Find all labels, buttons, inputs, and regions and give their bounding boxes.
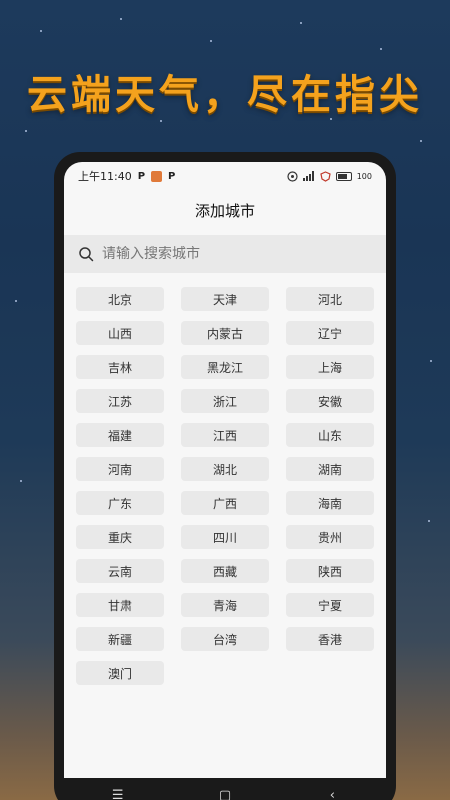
city-chip[interactable]: 河北 (286, 287, 374, 311)
city-chip[interactable]: 黑龙江 (181, 355, 269, 379)
city-chip[interactable]: 贵州 (286, 525, 374, 549)
city-chip[interactable]: 吉林 (76, 355, 164, 379)
vpn-icon (287, 170, 298, 182)
promo-headline: 云端天气，尽在指尖 (27, 72, 423, 118)
status-bar: 上午11:40 P P 100 (64, 162, 386, 190)
city-chip[interactable]: 澳门 (76, 661, 164, 685)
city-chip[interactable]: 青海 (181, 593, 269, 617)
city-chip[interactable]: 新疆 (76, 627, 164, 651)
city-chip[interactable]: 宁夏 (286, 593, 374, 617)
city-chip[interactable]: 湖北 (181, 457, 269, 481)
search-bar[interactable] (64, 235, 386, 273)
city-chip[interactable]: 北京 (76, 287, 164, 311)
city-chip[interactable]: 福建 (76, 423, 164, 447)
city-chip[interactable]: 天津 (181, 287, 269, 311)
city-chip[interactable]: 香港 (286, 627, 374, 651)
city-chip[interactable]: 安徽 (286, 389, 374, 413)
city-chip[interactable]: 广西 (181, 491, 269, 515)
city-chip[interactable]: 广东 (76, 491, 164, 515)
home-icon[interactable]: ▢ (205, 788, 245, 800)
notification-p-icon: P (137, 170, 146, 182)
search-input[interactable] (102, 246, 342, 262)
app-screen: 上午11:40 P P 100 添加城市 北京 天津 (64, 162, 386, 800)
notification-p-icon-2: P (168, 170, 176, 182)
city-chip[interactable]: 上海 (286, 355, 374, 379)
city-chip[interactable]: 山东 (286, 423, 374, 447)
city-chip[interactable]: 河南 (76, 457, 164, 481)
city-chip[interactable]: 内蒙古 (181, 321, 269, 345)
city-chip[interactable]: 辽宁 (286, 321, 374, 345)
system-nav-bar: ☰ ▢ ‹ (64, 778, 386, 800)
city-chip[interactable]: 江苏 (76, 389, 164, 413)
battery-level: 100 (356, 171, 372, 181)
city-chip[interactable]: 四川 (181, 525, 269, 549)
city-grid: 北京 天津 河北 山西 内蒙古 辽宁 吉林 黑龙江 上海 江苏 浙江 安徽 福建… (64, 273, 386, 685)
city-chip[interactable]: 海南 (286, 491, 374, 515)
back-icon[interactable]: ‹ (312, 788, 352, 800)
notification-app-icon (151, 170, 163, 182)
phone-frame: 上午11:40 P P 100 添加城市 北京 天津 (54, 152, 396, 800)
battery-icon (335, 171, 352, 181)
city-chip[interactable]: 台湾 (181, 627, 269, 651)
city-chip[interactable]: 山西 (76, 321, 164, 345)
menu-icon[interactable]: ☰ (98, 788, 138, 800)
signal-icon (302, 171, 314, 181)
city-chip[interactable]: 陕西 (286, 559, 374, 583)
city-chip[interactable]: 江西 (181, 423, 269, 447)
city-chip[interactable]: 西藏 (181, 559, 269, 583)
city-chip[interactable]: 浙江 (181, 389, 269, 413)
city-chip[interactable]: 湖南 (286, 457, 374, 481)
search-icon (79, 247, 94, 262)
city-chip[interactable]: 云南 (76, 559, 164, 583)
shield-icon (320, 170, 331, 182)
city-chip[interactable]: 重庆 (76, 525, 164, 549)
status-time: 上午11:40 (78, 170, 132, 183)
city-chip[interactable]: 甘肃 (76, 593, 164, 617)
page-title: 添加城市 (194, 202, 255, 220)
